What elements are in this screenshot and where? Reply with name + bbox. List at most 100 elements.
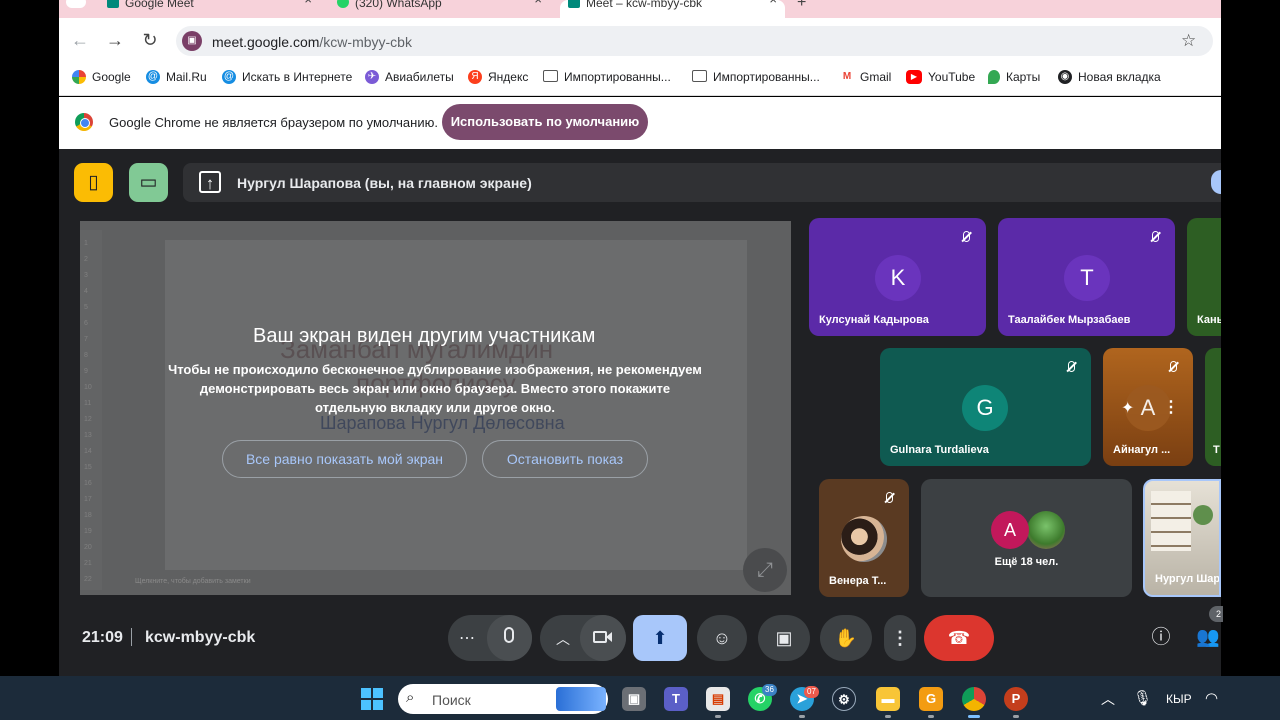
meeting-details-icon[interactable]: ⓘ bbox=[1148, 625, 1174, 651]
chrome-icon bbox=[75, 113, 93, 131]
mailru-icon: @ bbox=[222, 70, 236, 84]
room-plant bbox=[1193, 505, 1213, 525]
present-now-button[interactable]: ⬆ bbox=[633, 615, 687, 661]
ruler-number: 5 bbox=[84, 304, 88, 311]
more-options-button[interactable]: ⋮ bbox=[884, 615, 916, 661]
meet-icon bbox=[107, 0, 119, 8]
reactions-button[interactable]: ☺ bbox=[697, 615, 747, 661]
photos-app-icon[interactable]: ▣ bbox=[622, 687, 646, 711]
set-default-button[interactable]: Использовать по умолчанию bbox=[442, 104, 648, 140]
close-icon[interactable]: × bbox=[769, 0, 777, 6]
windows-start-icon[interactable] bbox=[361, 688, 383, 710]
bookmark-yandex[interactable]: Я Яндекс bbox=[468, 70, 528, 84]
forward-icon[interactable]: → bbox=[105, 30, 125, 50]
ruler-number: 22 bbox=[84, 576, 92, 583]
more-avatar: A bbox=[991, 511, 1029, 549]
reload-icon[interactable]: ↻ bbox=[140, 30, 160, 50]
room-photo bbox=[1151, 491, 1191, 551]
people-icon[interactable]: 👥 bbox=[1195, 625, 1221, 651]
bookmark-mailru[interactable]: @ Mail.Ru bbox=[146, 70, 207, 84]
bookmark-google[interactable]: Google bbox=[72, 70, 131, 84]
chrome-taskbar-icon[interactable] bbox=[962, 687, 986, 711]
bookmark-label: Импортированны... bbox=[713, 70, 820, 84]
bookmark-search-internet[interactable]: @ Искать в Интернете bbox=[222, 70, 352, 84]
teams-icon[interactable]: T bbox=[664, 687, 688, 711]
bookmark-aviabilety[interactable]: ✈ Авиабилеты bbox=[365, 70, 454, 84]
ruler-number: 19 bbox=[84, 528, 92, 535]
show-screen-anyway-button[interactable]: Все равно показать мой экран bbox=[222, 440, 467, 478]
leave-call-button[interactable]: ☎ bbox=[924, 615, 994, 661]
participant-tile[interactable]: Т bbox=[1205, 348, 1221, 466]
devices-button[interactable]: ▭ bbox=[129, 163, 168, 202]
ruler-number: 15 bbox=[84, 464, 92, 471]
site-info-icon[interactable]: ▣ bbox=[182, 31, 202, 51]
stop-sharing-button[interactable]: Остановить показ bbox=[482, 440, 648, 478]
back-icon[interactable]: ← bbox=[70, 30, 90, 50]
expand-icon[interactable]: ⤢ bbox=[743, 548, 787, 592]
participant-tile[interactable]: Венера Т... bbox=[819, 479, 909, 597]
bookmark-maps[interactable]: Карты bbox=[988, 70, 1040, 84]
divider bbox=[131, 628, 132, 646]
participant-name: Венера Т... bbox=[829, 575, 887, 587]
participant-name: Таалайбек Мырзабаев bbox=[1008, 314, 1131, 326]
tab-whatsapp[interactable]: (320) WhatsApp × bbox=[335, 0, 550, 18]
meet-icon bbox=[568, 0, 580, 8]
raise-hand-button[interactable]: ✋ bbox=[820, 615, 872, 661]
close-icon[interactable]: × bbox=[534, 0, 542, 6]
url-host: meet.google.com bbox=[212, 34, 320, 50]
people-count-badge: 2 bbox=[1209, 606, 1223, 622]
bookmark-gmail[interactable]: M Gmail bbox=[840, 70, 891, 84]
participant-tile[interactable]: A ✦ ⋮ Айнагул ... bbox=[1103, 348, 1193, 466]
tray-overflow-icon[interactable]: ︿ bbox=[1101, 689, 1115, 709]
tab-search-button[interactable] bbox=[66, 0, 86, 8]
participant-tile[interactable]: K Кулсунай Кадырова bbox=[809, 218, 986, 336]
companion-mode-button[interactable]: ▯ bbox=[74, 163, 113, 202]
captions-button[interactable]: ▣ bbox=[758, 615, 810, 661]
ruler-number: 4 bbox=[84, 288, 88, 295]
wifi-icon[interactable]: ◠ bbox=[1205, 689, 1218, 707]
presenter-avatar[interactable] bbox=[1211, 170, 1221, 194]
ruler-number: 6 bbox=[84, 320, 88, 327]
camera-options-icon[interactable]: ︿ bbox=[556, 629, 570, 649]
camera-icon-lens bbox=[606, 632, 612, 642]
ruler-number: 13 bbox=[84, 432, 92, 439]
running-indicator-active bbox=[968, 715, 980, 718]
more-participants-tile[interactable]: A Ещё 18 чел. bbox=[921, 479, 1132, 597]
pin-icon[interactable]: ✦ bbox=[1121, 398, 1134, 418]
bookmark-folder-1[interactable]: Импортированны... bbox=[543, 70, 671, 84]
tab-meet-active[interactable]: Meet – kcw-mbyy-cbk × bbox=[560, 0, 785, 18]
tray-mic-icon[interactable]: 🎙 bbox=[1133, 689, 1152, 707]
meeting-code: kcw-mbyy-cbk bbox=[145, 629, 256, 646]
office-icon[interactable]: ▤ bbox=[706, 687, 730, 711]
participant-tile[interactable]: G Gulnara Turdalieva bbox=[880, 348, 1091, 466]
participant-name: Gulnara Turdalieva bbox=[890, 444, 989, 456]
mic-off-icon bbox=[955, 227, 977, 249]
close-icon[interactable]: × bbox=[304, 0, 312, 6]
bookmark-label: Яндекс bbox=[488, 70, 529, 84]
more-options-icon[interactable]: ⋮ bbox=[1163, 397, 1179, 417]
tab-google-meet[interactable]: Google Meet × bbox=[105, 0, 320, 18]
participant-tile[interactable]: T Таалайбек Мырзабаев bbox=[998, 218, 1175, 336]
participant-name: Айнагул ... bbox=[1113, 444, 1171, 456]
participant-tile[interactable]: Каны bbox=[1187, 218, 1221, 336]
bookmark-star-icon[interactable]: ☆ bbox=[1181, 31, 1196, 51]
file-explorer-icon[interactable]: ▬ bbox=[876, 687, 900, 711]
app-orange-icon[interactable]: G bbox=[919, 687, 943, 711]
bookmark-folder-2[interactable]: Импортированны... bbox=[692, 70, 820, 84]
bookmark-label: Карты bbox=[1006, 70, 1041, 84]
running-indicator bbox=[799, 715, 805, 718]
bookmark-new-tab[interactable]: ◉ Новая вкладка bbox=[1058, 70, 1161, 84]
powerpoint-icon[interactable]: P bbox=[1004, 687, 1028, 711]
url-text[interactable]: meet.google.com/kcw-mbyy-cbk bbox=[212, 34, 412, 50]
bookmark-youtube[interactable]: ▶ YouTube bbox=[906, 70, 975, 84]
ruler-number: 9 bbox=[84, 368, 88, 375]
steam-icon[interactable]: ⚙ bbox=[832, 687, 856, 711]
avatar: T bbox=[1064, 255, 1110, 301]
self-tile[interactable]: Нургул Шар bbox=[1143, 479, 1221, 597]
yandex-icon: Я bbox=[468, 70, 482, 84]
ruler-number: 21 bbox=[84, 560, 92, 567]
audio-options-icon[interactable]: ⋯ bbox=[459, 628, 475, 648]
ruler-number: 12 bbox=[84, 416, 92, 423]
new-tab-button[interactable]: + bbox=[797, 0, 806, 12]
input-language[interactable]: КЫР bbox=[1166, 692, 1192, 706]
